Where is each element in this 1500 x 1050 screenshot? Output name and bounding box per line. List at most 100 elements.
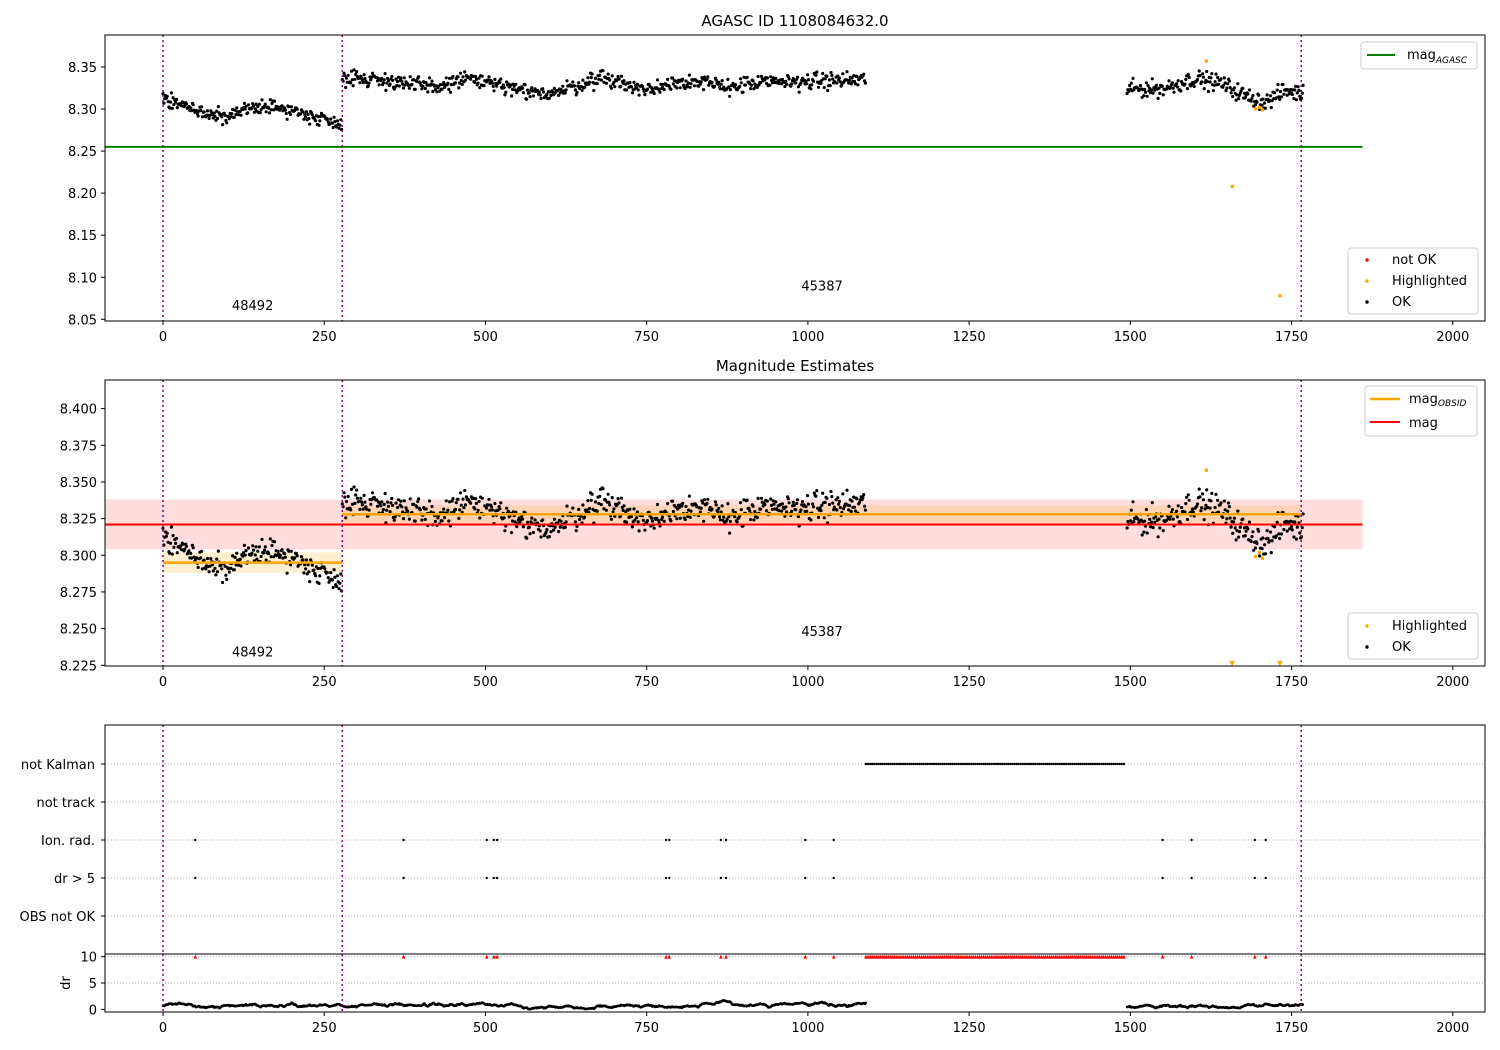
ok-point: [720, 504, 724, 508]
x-tick-label: 1000: [791, 330, 824, 345]
ok-point: [1253, 103, 1257, 107]
panel-2-legend-lines: magOBSID mag: [1364, 385, 1478, 437]
ok-point: [1202, 87, 1206, 91]
ok-point: [706, 75, 710, 79]
ok-point: [487, 75, 491, 79]
ok-point: [592, 88, 596, 93]
x-tick-label: 0: [159, 330, 167, 345]
not-kalman-flag: [932, 762, 936, 766]
ok-point: [684, 79, 688, 83]
ok-point: [399, 76, 403, 80]
x-tick-label: 1250: [953, 330, 986, 345]
ok-point: [821, 491, 825, 495]
ok-point: [407, 86, 411, 90]
x-tick-label: 1500: [1114, 1021, 1147, 1036]
ok-point: [480, 496, 484, 500]
ok-point: [745, 75, 749, 79]
ok-point: [1265, 93, 1269, 97]
ion-rad-flag: [492, 838, 496, 842]
ok-point: [586, 76, 590, 80]
ok-point: [702, 519, 706, 523]
ok-point: [202, 110, 206, 114]
ok-point: [809, 87, 813, 91]
dr-gt-5-flag: [495, 876, 499, 880]
y-tick-label: 8.15: [68, 229, 97, 244]
ok-point: [1192, 84, 1196, 89]
not-kalman-flag: [1114, 762, 1117, 766]
ok-point: [1301, 83, 1305, 87]
ok-point: [1236, 509, 1240, 513]
ok-point: [726, 502, 730, 506]
ok-point: [498, 80, 502, 84]
ok-point: [689, 509, 693, 513]
ok-point: [410, 82, 414, 87]
not-kalman-flag: [926, 762, 929, 766]
ok-point: [806, 73, 810, 77]
highlighted-point: [1260, 108, 1265, 112]
ok-point: [655, 502, 660, 507]
ok-point: [447, 519, 451, 523]
ok-point: [174, 100, 178, 104]
ok-point: [845, 70, 849, 74]
ok-point: [377, 83, 381, 87]
ion-rad-flag: [402, 838, 405, 842]
highlighted-point: [1204, 468, 1209, 473]
ok-point: [739, 81, 743, 85]
ok-point: [1201, 498, 1205, 502]
ok-point: [174, 536, 179, 541]
ok-point: [283, 108, 287, 112]
ok-point: [572, 84, 577, 88]
ok-point: [384, 88, 388, 92]
ok-point: [253, 553, 257, 557]
ok-point: [784, 505, 788, 509]
ok-point: [362, 493, 366, 497]
ok-point: [599, 503, 603, 507]
ok-point: [749, 87, 753, 91]
ok-point: [1225, 86, 1229, 90]
ok-point: [200, 549, 204, 553]
legend-ok-marker: [1365, 300, 1369, 304]
ok-point: [787, 77, 791, 81]
ok-point: [785, 82, 789, 86]
ok-point: [702, 75, 707, 79]
not-kalman-flag: [1102, 762, 1105, 766]
ok-point: [191, 103, 195, 107]
ok-point: [520, 517, 525, 521]
not-kalman-flag: [1019, 762, 1022, 766]
ok-point: [355, 496, 359, 500]
ok-point: [400, 79, 404, 83]
ok-point: [645, 519, 650, 523]
ok-point: [1144, 81, 1148, 85]
dr-gt-5-flag: [664, 876, 668, 880]
ok-point: [310, 563, 314, 567]
ok-point: [702, 498, 707, 502]
ok-point: [728, 94, 732, 98]
ok-point: [343, 495, 347, 499]
ok-point: [1269, 551, 1273, 555]
ok-point: [845, 488, 849, 492]
ok-point: [624, 88, 629, 92]
ok-point: [809, 518, 813, 522]
dr-gt-5-flag: [194, 876, 197, 880]
dr-gt-5-flag: [1253, 876, 1256, 880]
ok-point: [575, 90, 579, 95]
x-tick-label: 500: [473, 330, 498, 345]
ok-point: [662, 519, 666, 524]
ok-point: [370, 491, 375, 495]
ok-point: [310, 113, 314, 117]
ok-point: [205, 109, 210, 113]
panel-1-legend-lines: magAGASC: [1360, 41, 1478, 70]
ok-point: [335, 584, 339, 589]
ok-point: [553, 525, 557, 529]
ok-point: [1251, 530, 1255, 534]
ok-point: [1293, 520, 1297, 524]
ok-point: [609, 517, 614, 521]
ok-point: [251, 544, 255, 548]
ok-point: [1234, 538, 1238, 542]
ok-point: [367, 81, 371, 85]
ok-point: [252, 548, 256, 552]
ok-point: [1300, 91, 1304, 95]
ok-point: [650, 519, 655, 523]
ok-point: [213, 566, 217, 570]
ok-point: [738, 501, 743, 505]
